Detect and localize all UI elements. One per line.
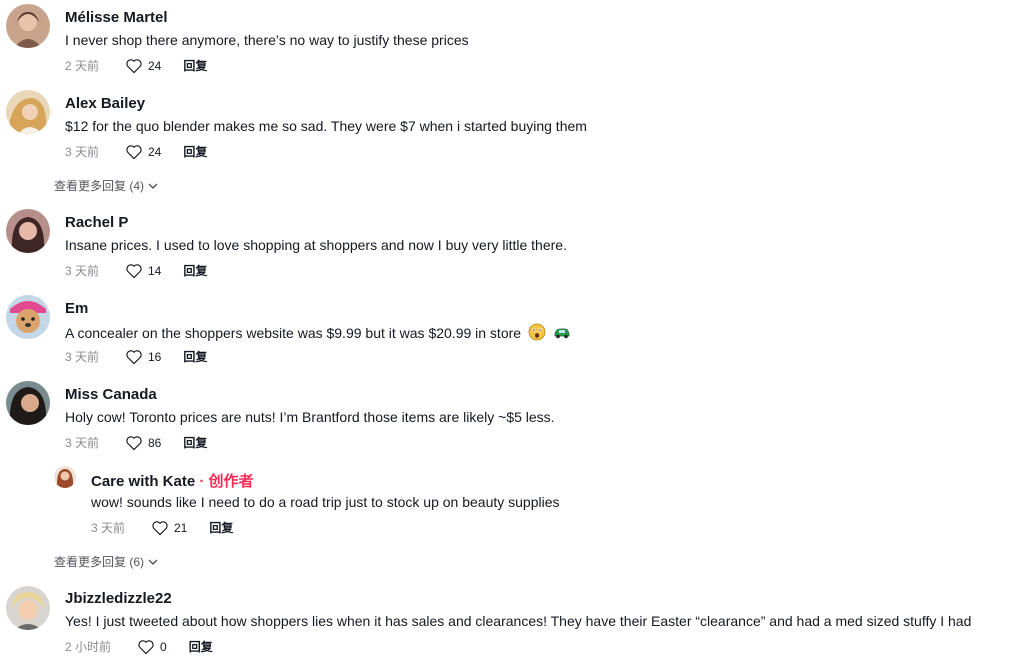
comment-item: Jbizzledizzle22 Yes! I just tweeted abou…: [0, 582, 1024, 662]
avatar[interactable]: [6, 295, 50, 339]
like-button[interactable]: 16: [125, 349, 161, 365]
like-button[interactable]: 24: [125, 58, 161, 74]
comment-meta: 3 天前 21 回复: [91, 519, 233, 536]
reply-button[interactable]: 回复: [183, 348, 207, 365]
comment-meta: 3 天前 86 回复: [65, 434, 207, 451]
comment-item: Em A concealer on the shoppers website w…: [0, 291, 1024, 371]
comment-text: I never shop there anymore, there’s no w…: [65, 32, 469, 48]
comment-item: Alex Bailey $12 for the quo blender make…: [0, 86, 1024, 166]
comment-meta: 3 天前 14 回复: [65, 262, 207, 279]
comment-meta: 3 天前 16 回复: [65, 348, 207, 365]
comment-text: $12 for the quo blender makes me so sad.…: [65, 118, 587, 134]
reply-item: Care with Kate · 创作者 wow! sounds like I …: [0, 462, 1024, 542]
like-button[interactable]: 0: [137, 639, 167, 655]
comment-meta: 2 天前 24 回复: [65, 57, 207, 74]
avatar[interactable]: [6, 4, 50, 48]
like-count: 16: [148, 349, 162, 364]
view-more-label: 查看更多回复 (6): [54, 555, 145, 569]
view-more-label: 查看更多回复 (4): [54, 179, 145, 193]
reply-button[interactable]: 回复: [189, 638, 213, 655]
heart-outline-icon: [126, 263, 142, 278]
commenter-name[interactable]: Care with Kate · 创作者: [91, 470, 254, 491]
avatar[interactable]: [6, 90, 50, 134]
commenter-name[interactable]: Miss Canada: [65, 386, 157, 403]
like-count: 14: [148, 263, 162, 278]
comment-item: Rachel P Insane prices. I used to love s…: [0, 205, 1024, 285]
like-button[interactable]: 14: [125, 263, 161, 279]
heart-outline-icon: [126, 58, 142, 73]
reply-button[interactable]: 回复: [183, 143, 207, 160]
commenter-name[interactable]: Alex Bailey: [65, 95, 145, 112]
comment-text-body: A concealer on the shoppers website was …: [65, 325, 522, 341]
commenter-name[interactable]: Jbizzledizzle22: [65, 590, 172, 607]
like-count: 0: [160, 639, 167, 654]
creator-name: Care with Kate: [91, 473, 196, 490]
comment-meta: 2 小时前 0 回复: [65, 638, 213, 655]
like-count: 24: [148, 144, 162, 159]
comment-time: 3 天前: [65, 145, 100, 159]
like-button[interactable]: 21: [151, 520, 187, 536]
like-count: 21: [174, 520, 188, 535]
comment-item: Miss Canada Holy cow! Toronto prices are…: [0, 377, 1024, 457]
chevron-down-icon: [148, 559, 158, 565]
like-button[interactable]: 24: [125, 144, 161, 160]
avatar[interactable]: [54, 466, 76, 488]
avatar[interactable]: [6, 586, 50, 630]
comment-text: Insane prices. I used to love shopping a…: [65, 237, 567, 253]
commenter-name[interactable]: Rachel P: [65, 214, 128, 231]
comment-meta: 3 天前 24 回复: [65, 143, 207, 160]
comment-time: 3 天前: [91, 521, 126, 535]
comment-time: 3 天前: [65, 264, 100, 278]
reply-button[interactable]: 回复: [209, 519, 233, 536]
heart-outline-icon: [126, 349, 142, 364]
like-count: 86: [148, 435, 162, 450]
avatar[interactable]: [6, 381, 50, 425]
heart-outline-icon: [138, 639, 154, 654]
reply-button[interactable]: 回复: [183, 262, 207, 279]
commenter-name[interactable]: Em: [65, 300, 88, 317]
car-emoji-icon: [553, 323, 571, 344]
comment-text: wow! sounds like I need to do a road tri…: [91, 494, 560, 510]
comment-text: A concealer on the shoppers website was …: [65, 323, 571, 344]
comment-time: 2 天前: [65, 59, 100, 73]
heart-outline-icon: [152, 520, 168, 535]
chevron-down-icon: [148, 183, 158, 189]
comment-item: Mélisse Martel I never shop there anymor…: [0, 0, 1024, 80]
comment-time: 2 小时前: [65, 640, 112, 654]
avatar[interactable]: [6, 209, 50, 253]
like-count: 24: [148, 58, 162, 73]
creator-badge: 创作者: [208, 473, 254, 490]
astonished-face-emoji-icon: [528, 323, 546, 344]
reply-button[interactable]: 回复: [183, 57, 207, 74]
comment-text: Yes! I just tweeted about how shoppers l…: [65, 613, 972, 629]
comment-text: Holy cow! Toronto prices are nuts! I’m B…: [65, 409, 555, 425]
heart-outline-icon: [126, 435, 142, 450]
comment-time: 3 天前: [65, 436, 100, 450]
commenter-name[interactable]: Mélisse Martel: [65, 9, 168, 26]
creator-separator: ·: [195, 473, 209, 490]
view-more-replies[interactable]: 查看更多回复 (6): [54, 553, 158, 570]
like-button[interactable]: 86: [125, 435, 161, 451]
view-more-replies[interactable]: 查看更多回复 (4): [54, 177, 158, 194]
comment-time: 3 天前: [65, 350, 100, 364]
reply-button[interactable]: 回复: [183, 434, 207, 451]
heart-outline-icon: [126, 144, 142, 159]
